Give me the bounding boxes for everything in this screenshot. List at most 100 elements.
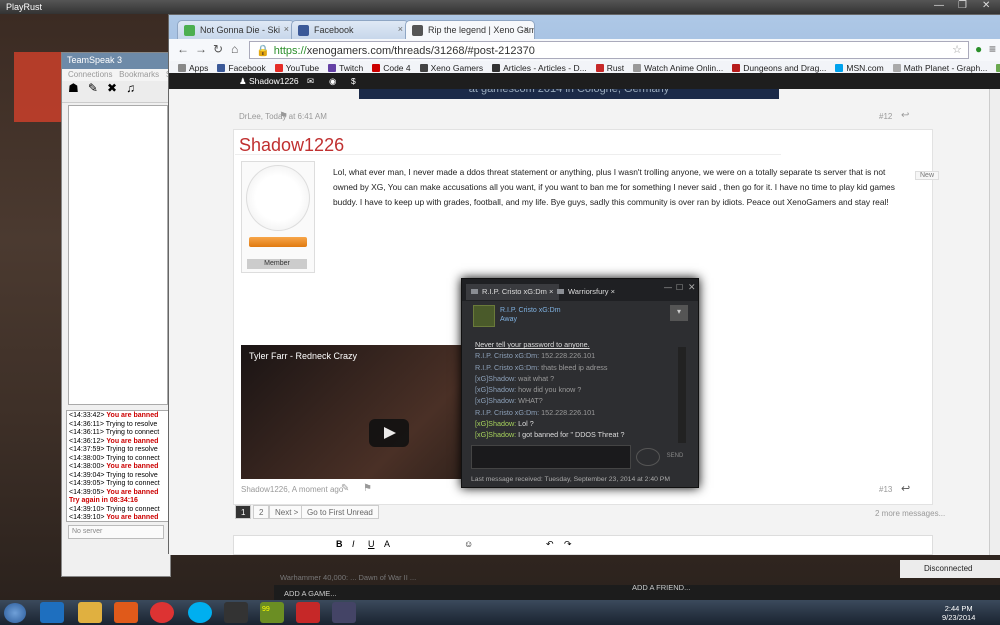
close-icon[interactable]: ✕ (982, 0, 990, 11)
reply-icon[interactable]: ↩ (901, 110, 909, 121)
channel-tree[interactable] (68, 105, 168, 405)
bookmark-item[interactable]: Xeno Gamers (419, 63, 483, 73)
add-game-button[interactable]: ADD A GAME... (284, 589, 337, 598)
app-badge-icon[interactable]: 99 (260, 602, 284, 623)
connect-icon[interactable]: ☗ (62, 81, 79, 95)
media-player-icon[interactable] (114, 602, 138, 623)
bookmark-label: Dungeons and Drag... (743, 63, 827, 73)
send-button[interactable]: SEND (662, 448, 688, 466)
start-button[interactable] (4, 603, 26, 623)
site-username[interactable]: Shadow1226 (249, 76, 299, 86)
minimize-icon[interactable]: — (664, 283, 672, 292)
report-flag-icon[interactable]: ⚑ (363, 483, 372, 494)
explorer-icon[interactable] (78, 602, 102, 623)
back-icon[interactable]: ← (177, 42, 189, 56)
play-icon[interactable] (369, 419, 409, 447)
chat-sender: [xG]Shadow: (475, 373, 517, 383)
bookmark-item[interactable]: Twitch (328, 63, 363, 73)
reply-icon[interactable]: ↩ (901, 482, 910, 495)
home-icon[interactable]: ⌂ (231, 42, 238, 56)
more-messages-link[interactable]: 2 more messages... (875, 509, 945, 518)
tab-facebook[interactable]: Facebook × (291, 20, 409, 40)
add-friend-button[interactable]: ADD A FRIEND... (632, 583, 690, 592)
font-color-icon[interactable]: A (384, 539, 390, 549)
steam-icon[interactable] (224, 602, 248, 623)
edit-icon[interactable]: ✎ (341, 483, 349, 494)
bookmark-item[interactable]: Code 4 (372, 63, 411, 73)
smiley-icon[interactable]: ☺ (464, 539, 473, 549)
chat-tab-warriorsfury[interactable]: Warriorsfury × (552, 284, 621, 300)
restore-icon[interactable]: ❐ (958, 0, 967, 11)
log-line: <14:39:05> You are banned (69, 489, 167, 498)
bookmark-item[interactable]: Facebook (217, 63, 266, 73)
system-clock[interactable]: 2:44 PM 9/23/2014 (942, 604, 975, 622)
tab-close-icon[interactable]: × (284, 24, 289, 34)
bookmark-item[interactable]: Math Planet - Graph... (892, 63, 987, 73)
maximize-icon[interactable]: ☐ (676, 283, 683, 292)
page-2-button[interactable]: 2 (253, 505, 270, 519)
star-icon[interactable]: ☆ (952, 43, 962, 56)
close-icon[interactable]: × (611, 287, 615, 296)
dollar-icon[interactable]: $ (351, 76, 356, 86)
address-bar[interactable]: 🔒 https://xenogamers.com/threads/31268/#p… (249, 41, 969, 59)
bookmark-item[interactable]: Apps (178, 63, 208, 73)
skype-icon[interactable] (188, 602, 212, 623)
menu-bookmarks[interactable]: Bookmarks (119, 70, 159, 79)
minimize-icon[interactable]: — (934, 0, 944, 11)
xg-icon (412, 25, 423, 36)
alerts-icon[interactable]: ◉ (329, 76, 336, 87)
playrust-titlebar: PlayRust — ❐ ✕ (0, 0, 1000, 14)
page-1-button[interactable]: 1 (235, 505, 252, 519)
close-icon[interactable]: ✕ (688, 282, 696, 293)
menu-icon[interactable]: ≡ (989, 42, 996, 56)
chat-options-icon[interactable]: ▾ (670, 305, 688, 321)
away-icon[interactable]: ✎ (82, 81, 98, 95)
user-avatar[interactable] (246, 165, 310, 231)
bookmark-item[interactable]: MSN.com (835, 63, 884, 73)
bookmark-item[interactable]: Huntsville Independ... (996, 63, 1000, 73)
underline-icon[interactable]: U (368, 539, 375, 549)
speaker-icon[interactable]: ♫ (120, 81, 135, 95)
redo-icon[interactable]: ↷ (564, 539, 572, 550)
post-number[interactable]: #13 (879, 485, 892, 494)
undo-icon[interactable]: ↶ (546, 539, 554, 550)
first-unread-button[interactable]: Go to First Unread (301, 505, 379, 519)
bold-icon[interactable]: B (336, 539, 343, 549)
contact-name[interactable]: R.I.P. Cristo xG:Dm (500, 307, 561, 314)
page-scrollbar[interactable] (989, 89, 1000, 555)
chrome-icon[interactable] (150, 602, 174, 623)
chat-input[interactable] (471, 445, 631, 469)
inbox-icon[interactable]: ✉ (307, 76, 314, 87)
next-page-button[interactable]: Next > (269, 505, 305, 519)
rust-icon[interactable] (296, 602, 320, 623)
bookmark-item[interactable]: Articles - Articles - D... (492, 63, 587, 73)
forward-icon[interactable]: → (195, 42, 207, 56)
bookmark-label: Watch Anime Onlin... (644, 63, 724, 73)
teamspeak-title: TeamSpeak 3 (62, 53, 170, 69)
italic-icon[interactable]: I (352, 539, 355, 549)
chat-message: [xG]Shadow: wait what ? (475, 373, 681, 384)
tab-close-icon[interactable]: × (398, 24, 403, 34)
report-flag-icon[interactable]: ⚑ (279, 111, 288, 122)
post-username[interactable]: Shadow1226 (239, 135, 344, 156)
chat-sender: [xG]Shadow: (475, 396, 517, 406)
teamspeak-icon[interactable] (332, 602, 356, 623)
tab-not-gonna-die[interactable]: Not Gonna Die - Ski × (177, 20, 295, 40)
chat-tab-cristo[interactable]: R.I.P. Cristo xG:Dm × (466, 284, 560, 300)
log-line: <14:36:11> Trying to connect (69, 429, 167, 438)
emoticon-icon[interactable] (636, 448, 660, 466)
bookmark-item[interactable]: YouTube (274, 63, 319, 73)
tab-xeno-gamers[interactable]: Rip the legend | Xeno Gam × (405, 20, 535, 40)
extension-icon[interactable]: ● (975, 42, 982, 56)
prev-post-number[interactable]: #12 (879, 112, 892, 121)
mic-mute-icon[interactable]: ✖ (101, 81, 117, 95)
bookmark-item[interactable]: Watch Anime Onlin... (633, 63, 723, 73)
contact-avatar[interactable] (473, 305, 495, 327)
chat-scrollbar[interactable] (678, 347, 686, 443)
menu-connections[interactable]: Connections (68, 70, 112, 79)
reload-icon[interactable]: ↻ (213, 42, 223, 56)
bookmark-item[interactable]: Rust (595, 63, 624, 73)
tab-close-icon[interactable]: × (524, 24, 529, 34)
ie-icon[interactable] (40, 602, 64, 623)
bookmark-item[interactable]: Dungeons and Drag... (732, 63, 826, 73)
